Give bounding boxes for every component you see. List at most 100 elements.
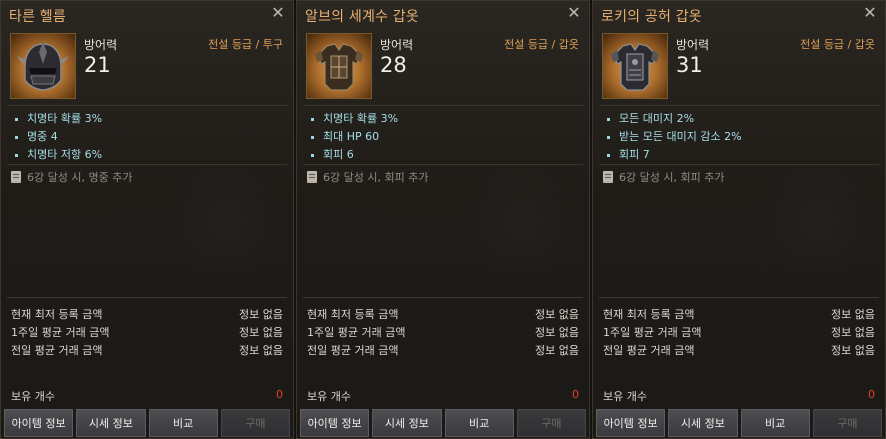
- price-info: 현재 최저 등록 금액 정보 없음 1주일 평균 거래 금액 정보 없음 전일 평균…: [307, 306, 579, 360]
- price-row: 전일 평균 거래 금액 정보 없음: [11, 342, 283, 360]
- option-item: 회피 7: [605, 146, 742, 164]
- price-value: 정보 없음: [535, 308, 579, 321]
- helmet-icon: [10, 33, 76, 99]
- price-row: 1주일 평균 거래 금액 정보 없음: [603, 324, 875, 342]
- price-label: 1주일 평균 거래 금액: [307, 326, 406, 339]
- price-row: 1주일 평균 거래 금액 정보 없음: [11, 324, 283, 342]
- owned-count-row: 보유 개수 0: [307, 388, 579, 404]
- price-info-button[interactable]: 시세 정보: [668, 409, 738, 437]
- divider: [303, 297, 583, 298]
- price-label: 현재 최저 등록 금액: [11, 308, 103, 321]
- divider: [599, 164, 879, 165]
- divider: [7, 164, 287, 165]
- price-label: 1주일 평균 거래 금액: [603, 326, 702, 339]
- price-value: 정보 없음: [535, 326, 579, 339]
- owned-label: 보유 개수: [307, 390, 351, 403]
- item-name: 타른 헬름: [9, 9, 66, 25]
- compare-button[interactable]: 비교: [740, 409, 810, 437]
- price-info-button[interactable]: 시세 정보: [372, 409, 442, 437]
- option-item: 최대 HP 60: [309, 128, 398, 146]
- price-info-button[interactable]: 시세 정보: [76, 409, 146, 437]
- item-info-button[interactable]: 아이템 정보: [4, 409, 74, 437]
- price-row: 전일 평균 거래 금액 정보 없음: [307, 342, 579, 360]
- close-icon[interactable]: ✕: [861, 4, 879, 22]
- buy-button[interactable]: 구매: [220, 409, 290, 437]
- price-value: 정보 없음: [239, 308, 283, 321]
- scroll-icon: [307, 171, 317, 183]
- divider: [303, 164, 583, 165]
- armor-icon: [306, 33, 372, 99]
- owned-count-row: 보유 개수 0: [11, 388, 283, 404]
- option-list: 치명타 확률 3% 명중 4 치명타 저항 6%: [13, 110, 102, 164]
- option-item: 회피 6: [309, 146, 398, 164]
- option-list: 치명타 확률 3% 최대 HP 60 회피 6: [309, 110, 398, 164]
- option-item: 받는 모든 대미지 감소 2%: [605, 128, 742, 146]
- price-row: 현재 최저 등록 금액 정보 없음: [307, 306, 579, 324]
- buy-button[interactable]: 구매: [516, 409, 586, 437]
- owned-count: 0: [868, 388, 875, 401]
- price-label: 현재 최저 등록 금액: [603, 308, 695, 321]
- owned-count-row: 보유 개수 0: [603, 388, 875, 404]
- item-tooltip-panel: 로키의 공허 갑옷 ✕ 방어력 31 전설 등급 / 갑옷 모든 대미지 2% …: [592, 0, 886, 439]
- price-row: 전일 평균 거래 금액 정보 없음: [603, 342, 875, 360]
- price-value: 정보 없음: [831, 326, 875, 339]
- price-value: 정보 없음: [535, 344, 579, 357]
- price-label: 전일 평균 거래 금액: [603, 344, 695, 357]
- compare-button[interactable]: 비교: [148, 409, 218, 437]
- item-tooltip-panel: 알브의 세계수 갑옷 ✕ 방어력 28 전설 등급 / 갑옷 치명타 확률 3%…: [296, 0, 590, 439]
- owned-count: 0: [572, 388, 579, 401]
- action-bar: 아이템 정보 시세 정보 비교 구매: [4, 409, 290, 437]
- defense-value: 21: [84, 53, 111, 77]
- item-name: 알브의 세계수 갑옷: [305, 9, 419, 25]
- action-bar: 아이템 정보 시세 정보 비교 구매: [596, 409, 882, 437]
- price-value: 정보 없음: [831, 344, 875, 357]
- price-label: 1주일 평균 거래 금액: [11, 326, 110, 339]
- price-label: 전일 평균 거래 금액: [11, 344, 103, 357]
- grade-label: 전설 등급 / 갑옷: [800, 38, 875, 51]
- armor-icon: [602, 33, 668, 99]
- enhance-note-text: 6강 달성 시, 명중 추가: [27, 171, 133, 184]
- defense-value: 31: [676, 53, 703, 77]
- price-label: 현재 최저 등록 금액: [307, 308, 399, 321]
- scroll-icon: [603, 171, 613, 183]
- grade-label: 전설 등급 / 투구: [208, 38, 283, 51]
- option-item: 명중 4: [13, 128, 102, 146]
- action-bar: 아이템 정보 시세 정보 비교 구매: [300, 409, 586, 437]
- buy-button[interactable]: 구매: [812, 409, 882, 437]
- enhance-note: 6강 달성 시, 회피 추가: [307, 169, 428, 185]
- owned-count: 0: [276, 388, 283, 401]
- item-info-button[interactable]: 아이템 정보: [596, 409, 666, 437]
- defense-value: 28: [380, 53, 407, 77]
- option-item: 치명타 확률 3%: [13, 110, 102, 128]
- compare-button[interactable]: 비교: [444, 409, 514, 437]
- divider: [7, 297, 287, 298]
- option-item: 모든 대미지 2%: [605, 110, 742, 128]
- item-name: 로키의 공허 갑옷: [601, 9, 702, 25]
- scroll-icon: [11, 171, 21, 183]
- close-icon[interactable]: ✕: [269, 4, 287, 22]
- item-info-button[interactable]: 아이템 정보: [300, 409, 370, 437]
- enhance-note-text: 6강 달성 시, 회피 추가: [323, 171, 429, 184]
- grade-label: 전설 등급 / 갑옷: [504, 38, 579, 51]
- owned-label: 보유 개수: [603, 390, 647, 403]
- enhance-note: 6강 달성 시, 회피 추가: [603, 169, 724, 185]
- price-row: 현재 최저 등록 금액 정보 없음: [603, 306, 875, 324]
- defense-label: 방어력: [380, 38, 414, 52]
- price-label: 전일 평균 거래 금액: [307, 344, 399, 357]
- divider: [7, 105, 287, 106]
- defense-label: 방어력: [676, 38, 710, 52]
- divider: [599, 297, 879, 298]
- divider: [303, 105, 583, 106]
- price-value: 정보 없음: [831, 308, 875, 321]
- price-value: 정보 없음: [239, 326, 283, 339]
- option-item: 치명타 확률 3%: [309, 110, 398, 128]
- enhance-note-text: 6강 달성 시, 회피 추가: [619, 171, 725, 184]
- close-icon[interactable]: ✕: [565, 4, 583, 22]
- option-list: 모든 대미지 2% 받는 모든 대미지 감소 2% 회피 7: [605, 110, 742, 164]
- price-info: 현재 최저 등록 금액 정보 없음 1주일 평균 거래 금액 정보 없음 전일 평균…: [11, 306, 283, 360]
- defense-label: 방어력: [84, 38, 118, 52]
- divider: [599, 105, 879, 106]
- price-row: 1주일 평균 거래 금액 정보 없음: [307, 324, 579, 342]
- enhance-note: 6강 달성 시, 명중 추가: [11, 169, 132, 185]
- owned-label: 보유 개수: [11, 390, 55, 403]
